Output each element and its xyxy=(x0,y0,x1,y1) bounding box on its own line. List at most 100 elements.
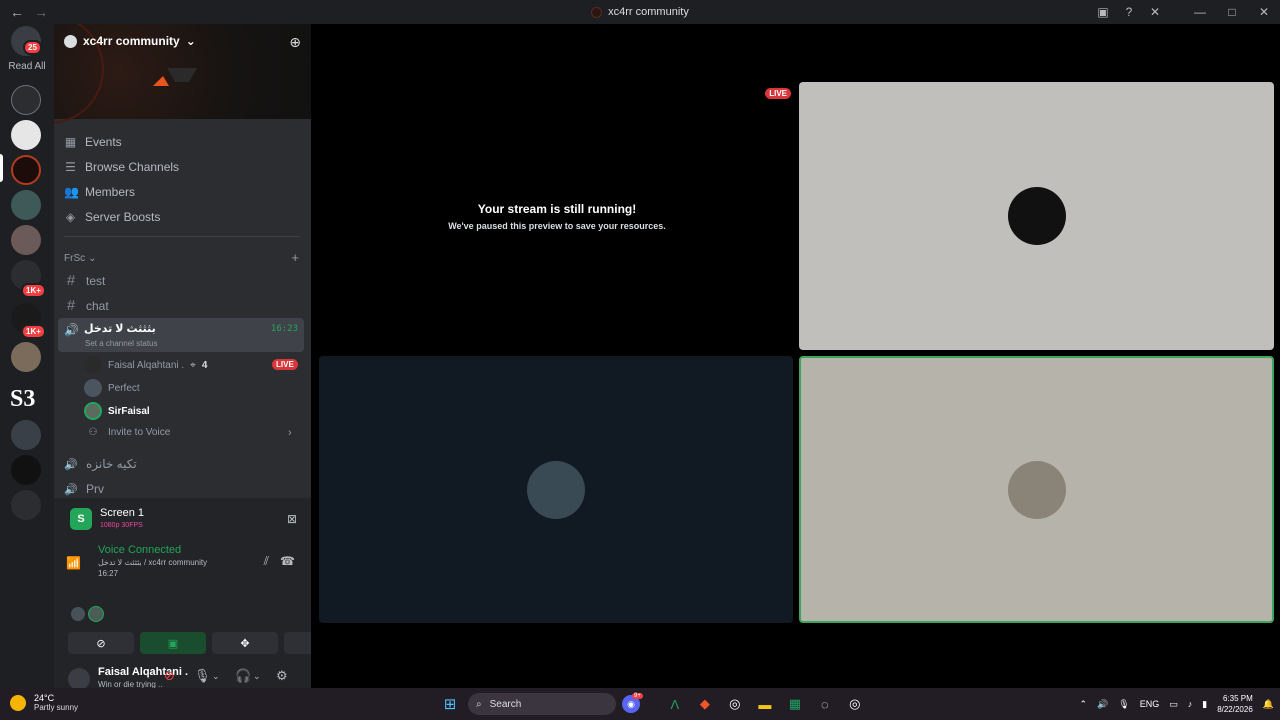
server-icon-8[interactable] xyxy=(11,342,41,372)
battery-icon[interactable]: ▮ xyxy=(1202,699,1207,710)
voice-user-perfect[interactable]: Perfect xyxy=(84,379,140,397)
menu-server-boosts[interactable]: ◈ Server Boosts xyxy=(64,210,161,224)
screen-share-title: Screen 1 xyxy=(100,507,145,519)
stop-share-icon[interactable]: ⊠ xyxy=(287,512,297,526)
own-stream-tile[interactable]: LIVE Your stream is still running! We've… xyxy=(319,82,795,350)
menu-events[interactable]: ▦ Events xyxy=(64,135,122,149)
nav-buttons: ← → xyxy=(0,4,52,20)
volume-icon[interactable]: 🔊 xyxy=(1097,699,1108,710)
server-icon-s3[interactable]: S3 xyxy=(10,386,35,413)
steam-icon-2[interactable]: ◎ xyxy=(843,692,867,716)
maximize-button[interactable]: □ xyxy=(1216,0,1248,24)
microphone-icon[interactable]: 🎙 xyxy=(1118,699,1129,710)
avatar xyxy=(70,606,86,622)
tools-icon[interactable]: ✕ xyxy=(1142,0,1168,24)
terminal-icon[interactable]: Λ xyxy=(663,692,687,716)
server-badge-1k-a: 1K+ xyxy=(21,283,46,298)
avatar[interactable] xyxy=(68,668,90,688)
chevron-down-icon[interactable]: ⌄ xyxy=(253,671,261,682)
voice-user-name: SirFaisal xyxy=(108,405,150,417)
stream-paused-subtitle: We've paused this preview to save your r… xyxy=(448,221,666,231)
voice-channel-prv[interactable]: 🔊 Prv xyxy=(64,482,104,496)
voice-user-name: Faisal Alqahtani . xyxy=(108,359,185,371)
headphones-icon[interactable]: 🎧 xyxy=(235,668,251,684)
weather-widget[interactable]: 24°C Partly sunny xyxy=(10,693,78,712)
channel-test[interactable]: # test xyxy=(64,272,106,289)
menu-events-label: Events xyxy=(85,135,122,149)
minimize-button[interactable]: — xyxy=(1184,0,1216,24)
voice-connected-label[interactable]: Voice Connected xyxy=(98,544,181,556)
excel-icon[interactable]: ▦ xyxy=(783,692,807,716)
noise-suppression-icon[interactable]: ⫽ xyxy=(264,554,269,569)
voice-channel-path[interactable]: بثثثث لا تدخل / xc4rr community xyxy=(98,558,207,567)
screen-share-button[interactable]: ▣ xyxy=(140,632,206,654)
video-tile-top-right[interactable] xyxy=(799,82,1274,350)
network-icon[interactable]: ▭ xyxy=(1169,699,1178,710)
avatar xyxy=(84,379,102,397)
channel-chat[interactable]: # chat xyxy=(64,297,109,314)
server-icon-2[interactable] xyxy=(11,120,41,150)
soundboard-button[interactable]: ♪ xyxy=(284,632,311,654)
language-indicator[interactable]: ENG xyxy=(1140,699,1160,709)
server-icon-4[interactable] xyxy=(11,190,41,220)
video-tile-bottom-left[interactable] xyxy=(319,356,793,623)
chevron-down-icon: ⌄ xyxy=(88,253,97,264)
server-icon-10[interactable] xyxy=(11,420,41,450)
brave-icon[interactable]: ◆ xyxy=(693,692,717,716)
channel-label: Prv xyxy=(86,482,104,496)
avatar xyxy=(527,460,585,519)
inbox-icon[interactable]: ▣ xyxy=(1090,0,1116,24)
voice-channel-active[interactable]: 🔊 بثثثث لا تدخل Set a channel status 16:… xyxy=(58,318,304,352)
disconnect-icon[interactable]: ☎ xyxy=(280,554,295,568)
voice-user-sirfaisal[interactable]: SirFaisal xyxy=(84,402,150,420)
server-icon-12[interactable] xyxy=(11,490,41,520)
server-header[interactable]: xc4rr community ⌄ xyxy=(64,34,196,48)
activities-button[interactable]: ✥ xyxy=(212,632,278,654)
invite-people-icon[interactable]: ⊕ xyxy=(289,34,301,51)
help-icon[interactable]: ? xyxy=(1116,0,1142,24)
speaker-icon[interactable]: ♪ xyxy=(1188,699,1193,709)
category-frsc[interactable]: FrSc ⌄ xyxy=(64,253,97,264)
server-icon-11[interactable] xyxy=(11,455,41,485)
windows-start-icon[interactable]: ⊞ xyxy=(438,692,462,716)
weather-icon xyxy=(10,694,26,711)
steam-icon[interactable]: ◎ xyxy=(723,692,747,716)
back-arrow-icon[interactable]: ← xyxy=(10,4,24,20)
channel-label: test xyxy=(86,273,106,288)
camera-off-icon[interactable]: ⊘ xyxy=(164,668,175,684)
search-label: Search xyxy=(489,698,522,710)
folder-icon[interactable]: ▬ xyxy=(753,692,777,716)
avatar xyxy=(84,402,102,420)
server-icon-1[interactable] xyxy=(11,85,41,115)
clock[interactable]: 6:35 PM 8/22/2026 xyxy=(1217,693,1253,715)
server-rail: 25 Read All 1K+ 1K+ S3 xyxy=(0,24,54,688)
menu-members-label: Members xyxy=(85,185,136,199)
notification-icon[interactable]: 🔔 xyxy=(1263,699,1274,710)
channel-status-link[interactable]: Set a channel status xyxy=(85,339,158,348)
add-channel-button[interactable]: + xyxy=(291,250,299,265)
chevron-up-icon[interactable]: ⌃ xyxy=(1080,699,1088,710)
video-tile-bottom-right[interactable] xyxy=(799,356,1274,623)
menu-browse-channels[interactable]: ☰ Browse Channels xyxy=(64,160,179,174)
gear-icon[interactable]: ⚙ xyxy=(276,668,288,684)
taskbar-search[interactable]: ⌕ Search xyxy=(468,693,616,715)
server-icon-xc4rr[interactable] xyxy=(11,155,41,185)
camera-off-button[interactable]: ⊘ xyxy=(68,632,134,654)
server-icon-5[interactable] xyxy=(11,225,41,255)
menu-members[interactable]: 👥 Members xyxy=(64,185,135,199)
read-all-button[interactable]: Read All xyxy=(0,61,54,72)
calendar-icon: ▦ xyxy=(64,135,77,149)
voice-user-faisal[interactable]: Faisal Alqahtani . ⌖ 4 xyxy=(84,356,207,374)
chevron-down-icon[interactable]: ⌄ xyxy=(212,671,220,682)
voice-channel-2[interactable]: 🔊 تكيه خانزه xyxy=(64,457,137,471)
invite-to-voice[interactable]: ⚇ Invite to Voice xyxy=(84,427,171,438)
speaker-icon: 🔊 xyxy=(64,458,78,471)
screen-share-card[interactable]: S Screen 1 1080p 30FPS ⊠ xyxy=(60,502,305,538)
close-button[interactable]: ✕ xyxy=(1248,0,1280,24)
microphone-icon[interactable]: 🎙 xyxy=(194,668,211,684)
server-name: xc4rr community xyxy=(83,34,180,48)
window-title: xc4rr community xyxy=(0,6,1280,18)
forward-arrow-icon[interactable]: → xyxy=(34,4,48,20)
app-icon[interactable]: ◌ xyxy=(813,692,837,716)
server-logo-icon xyxy=(591,6,603,18)
